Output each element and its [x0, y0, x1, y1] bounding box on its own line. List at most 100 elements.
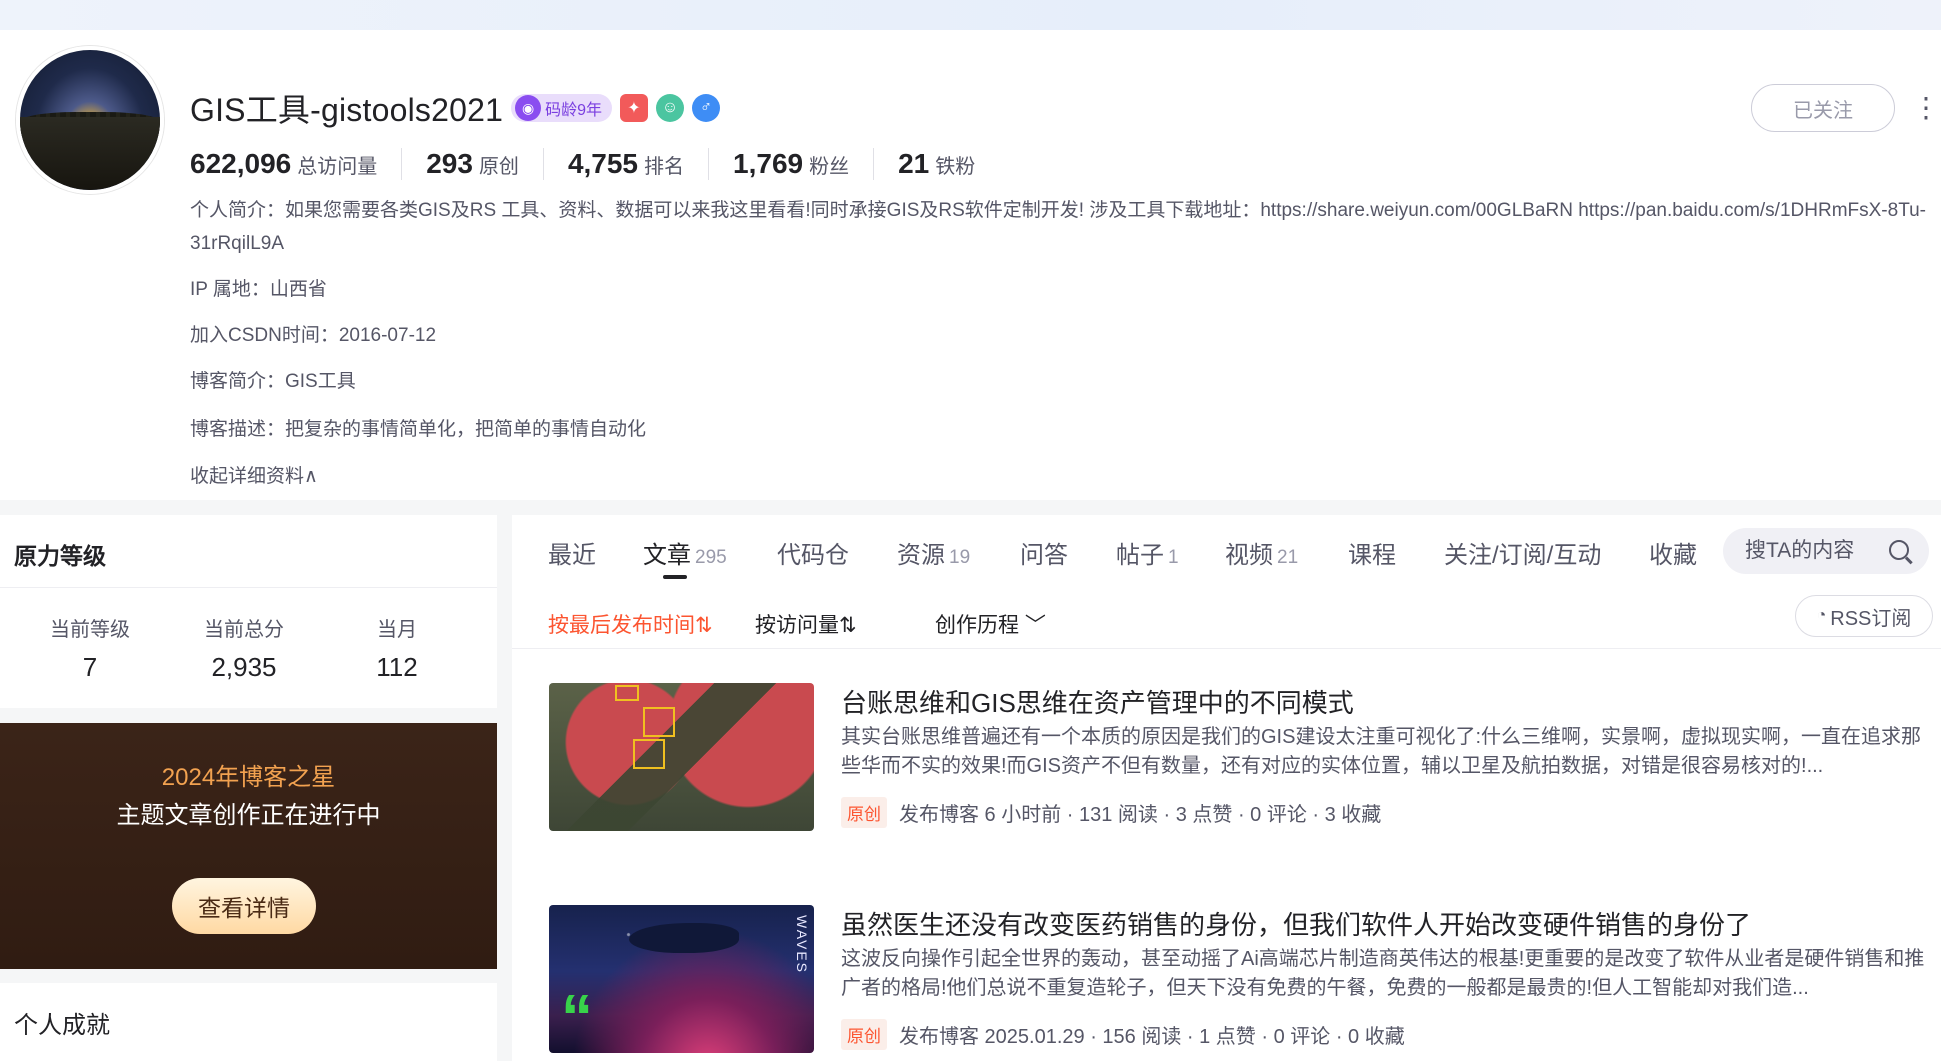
- level-value: 2,935: [211, 652, 277, 682]
- level-label: 当前等级: [50, 619, 130, 641]
- month-score: 当月 112: [317, 613, 477, 683]
- article-item[interactable]: 台账思维和GIS思维在资产管理中的不同模式 其实台账思维普遍还有一个本质的原因是…: [549, 683, 1934, 831]
- view-details-button[interactable]: 查看详情: [172, 878, 316, 934]
- more-options-icon[interactable]: ⋮: [1912, 88, 1940, 128]
- ip-location: IP 属地：山西省: [190, 279, 327, 300]
- stat-value: 1,769: [733, 148, 804, 179]
- level-label: 当月: [377, 619, 417, 641]
- stat-value: 4,755: [567, 148, 639, 179]
- blog-description: 博客描述：把复杂的事情简单化，把简单的事情自动化: [190, 419, 647, 440]
- tab-qa[interactable]: 问答: [1020, 535, 1068, 569]
- name-row: GIS工具-gistools2021 ◉ 码龄9年 ✦ ☺ ♂: [190, 84, 720, 132]
- blog-intro: 博客简介：GIS工具: [190, 371, 356, 392]
- thumbnail-text: WAVES: [794, 915, 810, 975]
- tab-label: 最近: [548, 542, 596, 569]
- article-thumbnail[interactable]: WAVES “: [549, 905, 814, 1053]
- force-level-panel: 原力等级 当前等级 7 当前总分 2,935 当月 112: [0, 515, 497, 708]
- tab-label: 视频: [1225, 542, 1273, 569]
- tab-label: 收藏: [1649, 542, 1697, 569]
- tab-favorites[interactable]: 收藏: [1649, 535, 1697, 569]
- tab-label: 帖子: [1116, 542, 1164, 569]
- stat-label: 粉丝: [809, 156, 850, 178]
- article-title[interactable]: 虽然医生还没有改变医药销售的身份，但我们软件人开始改变硬件销售的身份了: [841, 905, 1751, 942]
- age-badge-label: 码龄9年: [545, 102, 602, 119]
- fire-badge-icon[interactable]: ✦: [619, 94, 648, 122]
- search-icon[interactable]: [1889, 540, 1909, 560]
- main-content: 最近 文章 295 代码仓 资源 19 问答 帖子 1 视频 21 课程 关注/…: [512, 515, 1941, 1061]
- follow-button[interactable]: 已关注: [1751, 84, 1895, 132]
- rss-subscribe-button[interactable]: ◔ RSS订阅: [1795, 595, 1933, 637]
- tab-videos[interactable]: 视频 21: [1225, 535, 1298, 569]
- quote-icon: “: [561, 981, 593, 1053]
- article-meta: 原创 发布博客 6 小时前 · 131 阅读 · 3 点赞 · 0 评论 · 3…: [841, 797, 1381, 828]
- map-frame: [633, 739, 665, 769]
- tab-courses[interactable]: 课程: [1348, 535, 1396, 569]
- tab-articles[interactable]: 文章 295: [643, 535, 727, 569]
- user-badge-icon[interactable]: ☺: [655, 94, 684, 122]
- rss-label: RSS订阅: [1830, 607, 1912, 630]
- level-value: 7: [82, 652, 98, 682]
- creation-history-dropdown[interactable]: 创作历程 ﹀: [935, 609, 1046, 639]
- collapse-details-link[interactable]: 收起详细资料∧: [190, 460, 318, 493]
- stat-label: 总访问量: [297, 156, 378, 178]
- sort-by-latest[interactable]: 按最后发布时间⇅: [548, 609, 713, 639]
- profile-header: GIS工具-gistools2021 ◉ 码龄9年 ✦ ☺ ♂ 已关注 ⋮ 62…: [0, 30, 1941, 500]
- article-thumbnail[interactable]: [549, 683, 814, 831]
- search-input[interactable]: [1745, 539, 1885, 563]
- stat-fans[interactable]: 1,769 粉丝: [708, 148, 873, 180]
- star-title: 2024年博客之星: [161, 764, 336, 791]
- tab-count: 1: [1168, 547, 1179, 568]
- article-meta-text: 发布博客 2025.01.29 · 156 阅读 · 1 点赞 · 0 评论 ·…: [899, 1026, 1405, 1048]
- level-label: 当前总分: [204, 619, 284, 641]
- tab-recent[interactable]: 最近: [548, 535, 596, 569]
- stat-views: 622,096 总访问量: [190, 148, 401, 180]
- stat-value: 21: [898, 148, 930, 179]
- achievements-panel: 个人成就: [0, 983, 497, 1061]
- article-item[interactable]: WAVES “ 虽然医生还没有改变医药销售的身份，但我们软件人开始改变硬件销售的…: [549, 905, 1934, 1053]
- stat-value: 293: [426, 148, 473, 179]
- blog-star-banner: 2024年博客之星 主题文章创作正在进行中 查看详情: [0, 723, 497, 969]
- active-tab-indicator: [663, 575, 687, 579]
- tab-label: 代码仓: [777, 542, 849, 569]
- sort-row: 按最后发布时间⇅ 按访问量⇅ 创作历程 ﹀: [512, 593, 1941, 649]
- avatar[interactable]: [16, 46, 164, 194]
- content-tabs: 最近 文章 295 代码仓 资源 19 问答 帖子 1 视频 21 课程 关注/…: [512, 515, 1941, 585]
- join-date: 加入CSDN时间：2016-07-12: [190, 325, 437, 346]
- avatar-ground: [20, 117, 160, 190]
- whale-silhouette: [629, 923, 739, 953]
- sort-by-views[interactable]: 按访问量⇅: [755, 609, 857, 639]
- panel-title: 个人成就: [14, 1012, 110, 1039]
- stat-iron-fans[interactable]: 21 铁粉: [873, 148, 999, 180]
- stat-label: 铁粉: [935, 156, 976, 178]
- article-summary: 其实台账思维普遍还有一个本质的原因是我们的GIS建设太注重可视化了:什么三维啊，…: [841, 726, 1922, 777]
- stats-row: 622,096 总访问量 293 原创 4,755 排名 1,769 粉丝 21…: [190, 146, 999, 182]
- tab-resources[interactable]: 资源 19: [897, 535, 970, 569]
- tab-count: 19: [949, 547, 971, 568]
- level-value: 112: [376, 652, 418, 682]
- divider: [0, 587, 497, 588]
- article-title[interactable]: 台账思维和GIS思维在资产管理中的不同模式: [841, 683, 1354, 720]
- male-icon: ♂: [691, 94, 720, 122]
- star-subtitle: 主题文章创作正在进行中: [116, 802, 381, 829]
- tab-label: 关注/订阅/互动: [1444, 542, 1602, 569]
- tab-label: 文章: [643, 542, 691, 569]
- stat-rank[interactable]: 4,755 排名: [542, 148, 708, 180]
- stat-label: 排名: [644, 156, 685, 178]
- tab-follow-subscribe[interactable]: 关注/订阅/互动: [1444, 535, 1601, 569]
- user-name: GIS工具-gistools2021: [190, 92, 504, 128]
- rss-icon: ◔: [1816, 607, 1827, 624]
- original-tag: 原创: [841, 797, 887, 828]
- tab-posts[interactable]: 帖子 1: [1116, 535, 1179, 569]
- top-banner: [0, 0, 1941, 30]
- stat-label: 原创: [478, 156, 519, 178]
- robot-icon: ◉: [515, 95, 542, 121]
- search-box: [1723, 528, 1929, 574]
- map-frame: [615, 685, 639, 701]
- article-summary: 这波反向操作引起全世界的轰动，甚至动摇了Ai高端芯片制造商英伟达的根基!更重要的…: [841, 948, 1925, 999]
- personal-intro: 个人简介：如果您需要各类GIS及RS 工具、资料、数据可以来我这里看看!同时承接…: [190, 200, 1926, 254]
- tab-code-repo[interactable]: 代码仓: [777, 535, 849, 569]
- stat-original[interactable]: 293 原创: [401, 148, 543, 180]
- age-badge[interactable]: ◉ 码龄9年: [511, 94, 612, 122]
- tab-label: 问答: [1020, 542, 1068, 569]
- article-meta-text: 发布博客 6 小时前 · 131 阅读 · 3 点赞 · 0 评论 · 3 收藏: [899, 804, 1382, 826]
